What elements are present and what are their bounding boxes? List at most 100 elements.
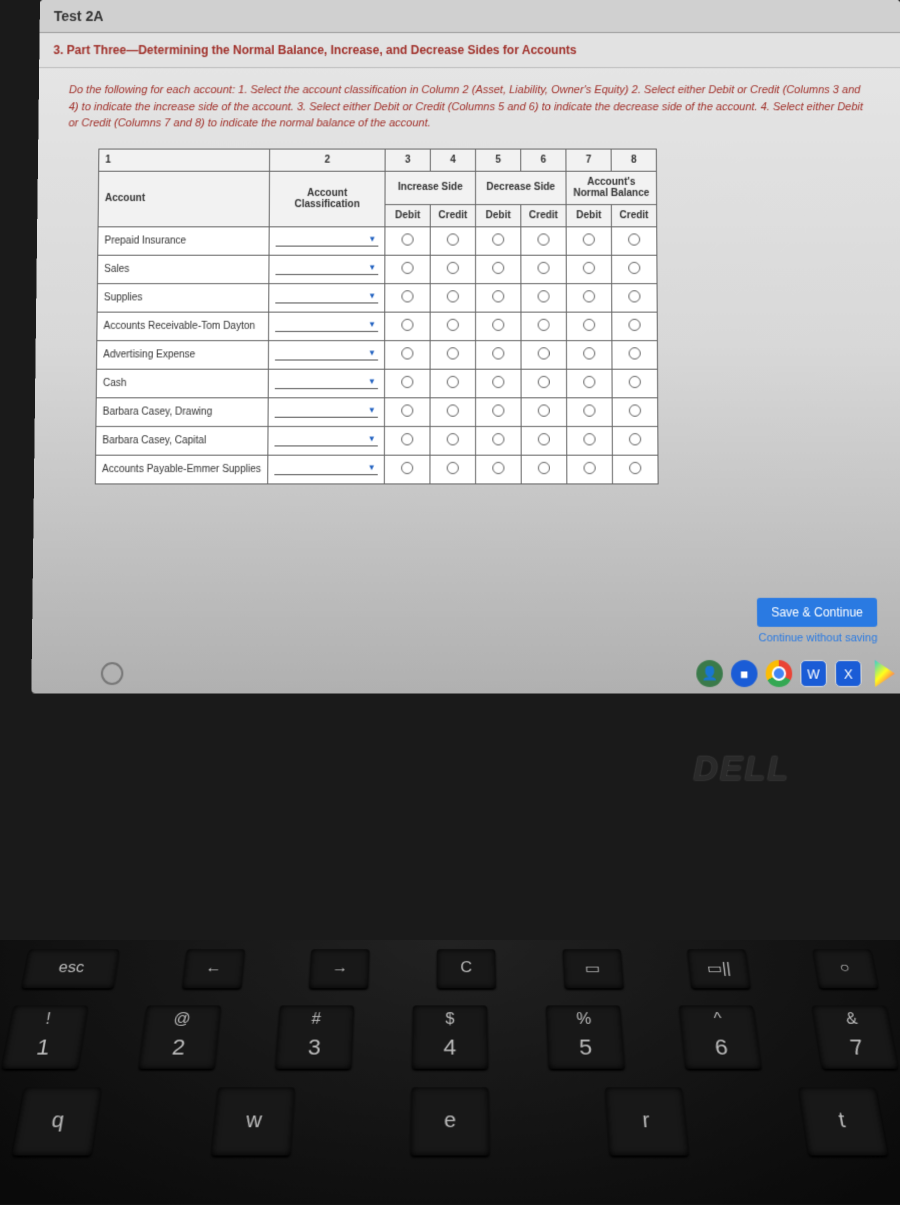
classification-dropdown[interactable] <box>275 260 378 274</box>
radio-cell <box>612 312 658 341</box>
chrome-icon[interactable] <box>766 660 793 687</box>
radio-option[interactable] <box>583 404 595 416</box>
key-7[interactable]: &7 <box>812 1005 899 1068</box>
radio-option[interactable] <box>584 461 596 473</box>
radio-option[interactable] <box>583 318 595 330</box>
classification-dropdown[interactable] <box>276 232 379 246</box>
radio-option[interactable] <box>628 233 640 245</box>
classification-dropdown[interactable] <box>275 346 378 360</box>
excel-app-icon[interactable]: X <box>835 660 862 687</box>
radio-option[interactable] <box>401 347 413 359</box>
key-e[interactable]: e <box>410 1087 489 1155</box>
radio-option[interactable] <box>538 261 550 273</box>
radio-option[interactable] <box>447 433 459 445</box>
save-continue-button[interactable]: Save & Continue <box>757 598 877 627</box>
key-fullscreen[interactable]: ▭ <box>562 949 623 988</box>
radio-option[interactable] <box>401 433 413 445</box>
classification-dropdown[interactable] <box>275 403 378 417</box>
key-3[interactable]: #3 <box>275 1005 354 1068</box>
classification-cell <box>269 312 385 341</box>
contacts-app-icon[interactable]: 👤 <box>696 660 723 687</box>
radio-option[interactable] <box>538 433 550 445</box>
radio-option[interactable] <box>538 404 550 416</box>
classification-dropdown[interactable] <box>274 432 377 446</box>
instructions-text: Do the following for each account: 1. Se… <box>38 68 900 142</box>
radio-option[interactable] <box>447 318 459 330</box>
key-r[interactable]: r <box>605 1087 689 1155</box>
radio-option[interactable] <box>492 433 504 445</box>
radio-option[interactable] <box>447 347 459 359</box>
key-1[interactable]: !1 <box>1 1005 88 1068</box>
word-app-icon[interactable]: W <box>800 660 827 687</box>
classification-dropdown[interactable] <box>275 317 378 331</box>
key-esc[interactable]: esc <box>22 949 120 988</box>
key-2[interactable]: @2 <box>138 1005 221 1068</box>
key-brightness[interactable]: ○ <box>812 949 878 988</box>
radio-option[interactable] <box>583 375 595 387</box>
radio-option[interactable] <box>537 233 549 245</box>
radio-option[interactable] <box>628 318 640 330</box>
radio-option[interactable] <box>402 233 414 245</box>
camera-app-icon[interactable]: ■ <box>731 660 758 687</box>
radio-option[interactable] <box>629 375 641 387</box>
radio-option[interactable] <box>492 318 504 330</box>
radio-option[interactable] <box>401 375 413 387</box>
key-overview[interactable]: ▭|| <box>687 949 751 988</box>
radio-option[interactable] <box>492 261 504 273</box>
radio-option[interactable] <box>538 318 550 330</box>
continue-without-saving-link[interactable]: Continue without saving <box>757 632 877 644</box>
radio-option[interactable] <box>629 461 641 473</box>
radio-option[interactable] <box>401 404 413 416</box>
radio-option[interactable] <box>629 433 641 445</box>
radio-option[interactable] <box>583 347 595 359</box>
key-back[interactable]: ← <box>182 949 245 988</box>
classification-dropdown[interactable] <box>275 289 378 303</box>
radio-option[interactable] <box>628 290 640 302</box>
radio-option[interactable] <box>629 347 641 359</box>
classification-dropdown[interactable] <box>275 374 378 388</box>
key-refresh[interactable]: C <box>437 949 496 988</box>
radio-option[interactable] <box>401 318 413 330</box>
key-5[interactable]: %5 <box>546 1005 625 1068</box>
col-inc-debit: Debit <box>385 204 430 226</box>
radio-cell <box>476 255 521 283</box>
radio-option[interactable] <box>492 290 504 302</box>
radio-option[interactable] <box>401 261 413 273</box>
key-t[interactable]: t <box>798 1087 888 1155</box>
radio-option[interactable] <box>583 433 595 445</box>
radio-option[interactable] <box>538 347 550 359</box>
play-store-icon[interactable] <box>870 660 897 687</box>
radio-option[interactable] <box>447 375 459 387</box>
col-dec-debit: Debit <box>476 204 521 226</box>
radio-option[interactable] <box>447 290 459 302</box>
key-forward[interactable]: → <box>309 949 370 988</box>
table-row: Cash <box>96 369 657 398</box>
radio-option[interactable] <box>583 261 595 273</box>
radio-option[interactable] <box>401 461 413 473</box>
radio-option[interactable] <box>447 461 459 473</box>
radio-option[interactable] <box>629 404 641 416</box>
radio-option[interactable] <box>538 461 550 473</box>
classification-cell <box>268 426 385 455</box>
radio-option[interactable] <box>538 290 550 302</box>
radio-cell <box>430 340 475 369</box>
key-6[interactable]: ^6 <box>679 1005 762 1068</box>
key-w[interactable]: w <box>211 1087 295 1155</box>
radio-option[interactable] <box>538 375 550 387</box>
search-circle-icon[interactable] <box>101 662 124 685</box>
classification-dropdown[interactable] <box>274 460 377 474</box>
radio-option[interactable] <box>447 261 459 273</box>
radio-option[interactable] <box>628 261 640 273</box>
radio-option[interactable] <box>583 233 595 245</box>
radio-option[interactable] <box>447 233 459 245</box>
radio-option[interactable] <box>447 404 459 416</box>
radio-option[interactable] <box>583 290 595 302</box>
radio-option[interactable] <box>492 347 504 359</box>
radio-option[interactable] <box>492 404 504 416</box>
radio-option[interactable] <box>492 233 504 245</box>
radio-option[interactable] <box>492 375 504 387</box>
radio-option[interactable] <box>492 461 504 473</box>
key-4[interactable]: $4 <box>412 1005 488 1068</box>
key-q[interactable]: q <box>12 1087 102 1155</box>
radio-option[interactable] <box>401 290 413 302</box>
